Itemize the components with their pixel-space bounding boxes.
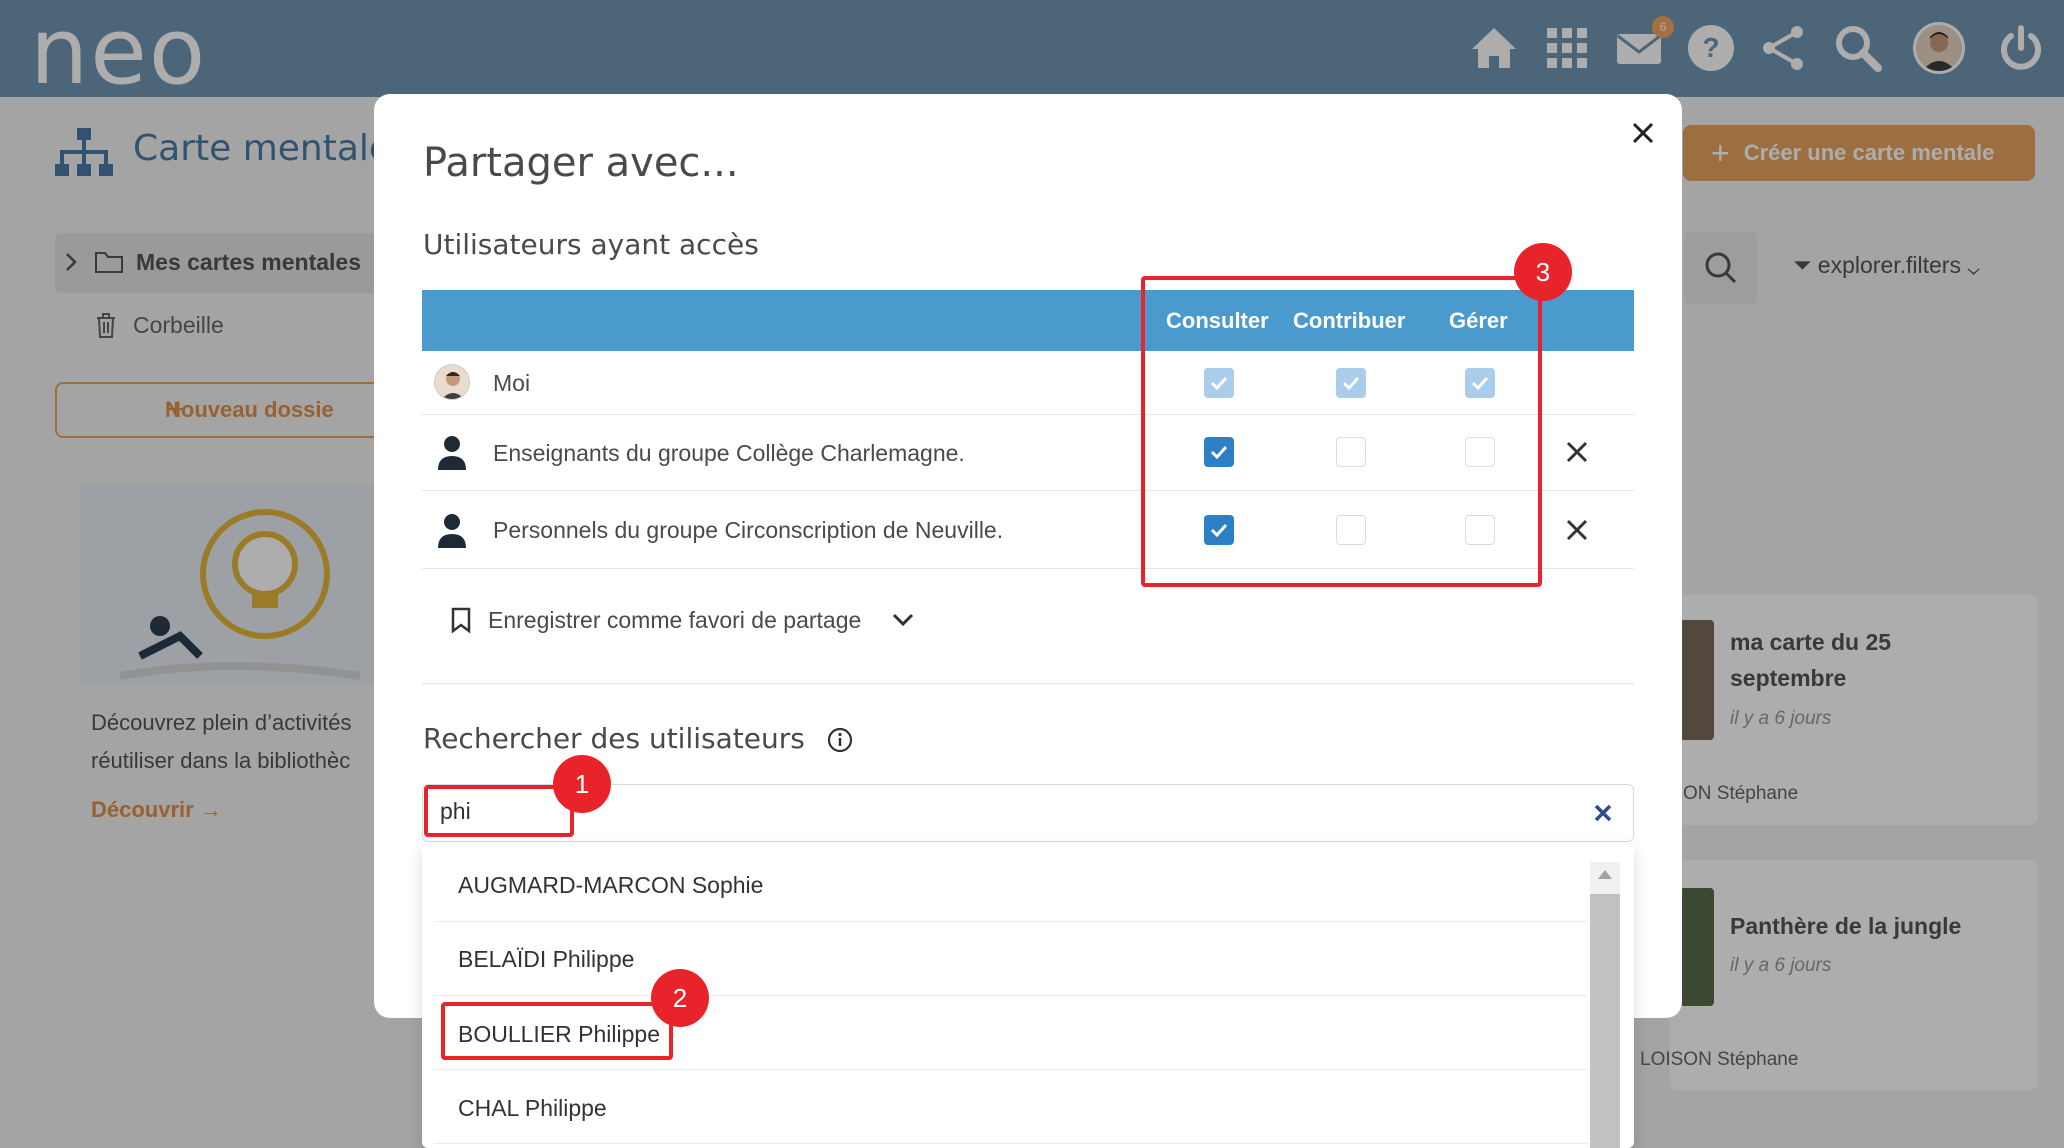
close-icon[interactable] (1628, 118, 1658, 148)
search-section-title: Rechercher des utilisateurs (423, 722, 805, 755)
scroll-up-arrow-icon[interactable] (1598, 870, 1612, 879)
search-result-item[interactable] (434, 1070, 1588, 1144)
access-row-label: Enseignants du groupe Collège Charlemagn… (493, 440, 965, 466)
save-favorite-button[interactable]: Enregistrer comme favori de partage (488, 607, 861, 634)
user-avatar (434, 364, 470, 400)
search-result-label: AUGMARD-MARCON Sophie (458, 872, 764, 898)
highlight-search-input (424, 785, 574, 837)
bookmark-icon (449, 606, 473, 634)
step-marker-1: 1 (553, 755, 611, 813)
step-marker-2: 2 (651, 969, 709, 1027)
clear-search-icon[interactable] (1592, 802, 1614, 824)
highlight-result (441, 1002, 673, 1060)
access-section-title: Utilisateurs ayant accès (423, 228, 759, 261)
remove-access-icon[interactable] (1563, 516, 1591, 544)
chevron-down-icon[interactable] (892, 612, 914, 628)
step-marker-3: 3 (1514, 243, 1572, 301)
user-icon (436, 434, 468, 470)
section-divider (422, 683, 1634, 684)
user-icon (436, 512, 468, 548)
remove-access-icon[interactable] (1563, 438, 1591, 466)
search-result-label: BELAÏDI Philippe (458, 946, 635, 972)
highlight-permissions (1141, 276, 1542, 587)
scrollbar-thumb[interactable] (1590, 894, 1620, 1148)
access-row-label: Personnels du groupe Circonscription de … (493, 517, 1004, 543)
access-row-label: Moi (493, 370, 531, 396)
info-icon[interactable] (826, 726, 854, 754)
search-result-label: CHAL Philippe (458, 1095, 607, 1121)
modal-title: Partager avec... (423, 140, 739, 186)
